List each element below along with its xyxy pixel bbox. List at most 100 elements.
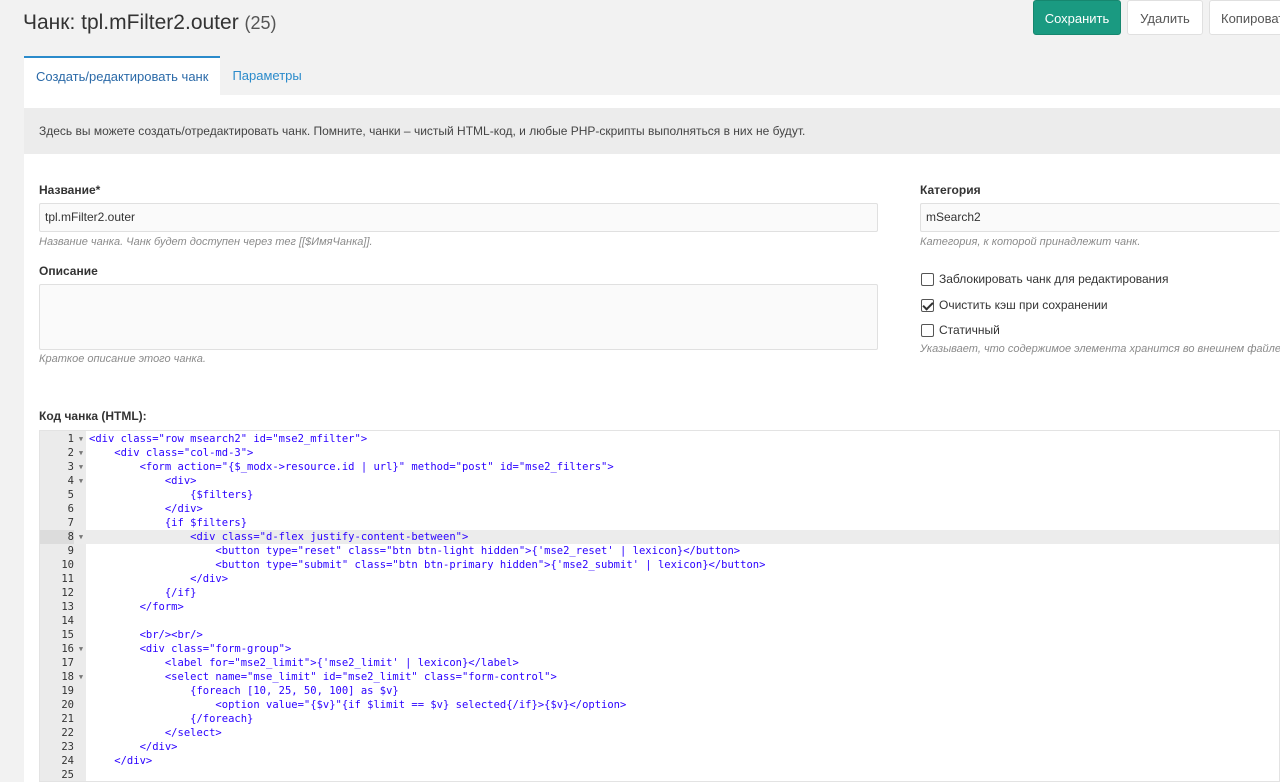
code-text: </select> xyxy=(89,727,222,739)
code-line[interactable]: 25 xyxy=(40,768,1279,781)
code-text: <option value="{$v}"{if $limit == $v} se… xyxy=(89,699,627,711)
line-number: 25 xyxy=(61,769,74,781)
code-line[interactable]: 3 ▼ <form action="{$_modx->resource.id | … xyxy=(40,460,1279,474)
code-line[interactable]: 10 <button type="submit" class="btn btn-… xyxy=(40,558,1279,572)
page-title-count: (25) xyxy=(244,13,277,33)
page-title: Чанк: tpl.mFilter2.outer (25) xyxy=(23,11,277,35)
code-line[interactable]: 2 ▼ <div class="col-md-3"> xyxy=(40,446,1279,460)
name-field[interactable]: tpl.mFilter2.outer xyxy=(39,203,878,232)
code-text: <div class="form-group"> xyxy=(89,643,292,655)
save-button[interactable]: Сохранить xyxy=(1033,0,1121,35)
line-number: 4 xyxy=(67,475,74,487)
fold-toggle-icon[interactable]: ▼ xyxy=(77,530,85,544)
code-text: </div> xyxy=(89,741,178,753)
category-select[interactable]: mSearch2 xyxy=(920,203,1280,232)
page-header: Чанк: tpl.mFilter2.outer (25) Сохранить … xyxy=(0,0,1280,50)
code-text: <button type="reset" class="btn btn-ligh… xyxy=(89,545,741,557)
code-line[interactable]: 8 ▼ <div class="d-flex justify-content-be… xyxy=(40,530,1279,544)
line-number: 14 xyxy=(61,615,74,627)
description-label: Описание xyxy=(39,264,98,278)
name-help: Название чанка. Чанк будет доступен чере… xyxy=(39,236,373,248)
fold-toggle-icon[interactable]: ▼ xyxy=(77,642,85,656)
code-line[interactable]: 13 </form> xyxy=(40,600,1279,614)
line-number: 5 xyxy=(67,489,74,501)
description-field[interactable] xyxy=(39,284,878,350)
line-number: 19 xyxy=(61,685,74,697)
code-text: <div class="d-flex justify-content-betwe… xyxy=(89,531,469,543)
fold-toggle-icon[interactable]: ▼ xyxy=(77,460,85,474)
clear-cache-checkbox-box[interactable] xyxy=(921,298,934,312)
category-help: Категория, к которой принадлежит чанк. xyxy=(920,236,1141,248)
line-number: 20 xyxy=(61,699,74,711)
line-number: 23 xyxy=(61,741,74,753)
delete-button[interactable]: Удалить xyxy=(1127,0,1203,35)
clear-cache-checkbox-label: Очистить кэш при сохранении xyxy=(939,298,1108,312)
code-text: <label for="mse2_limit">{'mse2_limit' | … xyxy=(89,657,519,669)
code-line[interactable]: 22 </select> xyxy=(40,726,1279,740)
line-number: 17 xyxy=(61,657,74,669)
code-line[interactable]: 6 </div> xyxy=(40,502,1279,516)
static-checkbox-box[interactable] xyxy=(921,323,934,337)
code-text: <br/><br/> xyxy=(89,629,203,641)
code-text: <form action="{$_modx->resource.id | url… xyxy=(89,461,614,473)
code-line[interactable]: 18 ▼ <select name="mse_limit" id="mse2_li… xyxy=(40,670,1279,684)
line-number: 7 xyxy=(67,517,74,529)
line-number: 24 xyxy=(61,755,74,767)
code-line[interactable]: 1 ▼ <div class="row msearch2" id="mse2_mfi… xyxy=(40,432,1279,446)
line-number: 13 xyxy=(61,601,74,613)
code-line[interactable]: 5 {$filters} xyxy=(40,488,1279,502)
line-number: 2 xyxy=(67,447,74,459)
line-number: 15 xyxy=(61,629,74,641)
action-buttons: Сохранить Удалить Копировать xyxy=(1033,0,1280,36)
code-line[interactable]: 9 <button type="reset" class="btn btn-li… xyxy=(40,544,1279,558)
code-line[interactable]: 24 </div> xyxy=(40,754,1279,768)
fold-toggle-icon[interactable]: ▼ xyxy=(77,670,85,684)
tab-edit-chunk[interactable]: Создать/редактировать чанк xyxy=(24,56,221,95)
lock-checkbox[interactable]: Заблокировать чанк для редактирования xyxy=(921,272,1169,286)
code-text: </div> xyxy=(89,573,229,585)
page-title-text: Чанк: tpl.mFilter2.outer xyxy=(23,11,239,34)
code-text: </div> xyxy=(89,503,203,515)
line-number: 1 xyxy=(67,433,74,445)
copy-button[interactable]: Копировать xyxy=(1209,0,1280,35)
line-number: 3 xyxy=(67,461,74,473)
static-checkbox[interactable]: Статичный xyxy=(921,323,1000,337)
fold-toggle-icon[interactable]: ▼ xyxy=(77,446,85,460)
code-line[interactable]: 7 {if $filters} xyxy=(40,516,1279,530)
static-help: Указывает, что содержимое элемента храни… xyxy=(920,343,1280,355)
code-line[interactable]: 14 xyxy=(40,614,1279,628)
line-number: 8 xyxy=(40,530,74,544)
lock-checkbox-box[interactable] xyxy=(921,272,934,286)
line-number: 22 xyxy=(61,727,74,739)
line-number: 16 xyxy=(61,643,74,655)
line-number: 6 xyxy=(67,503,74,515)
code-line[interactable]: 23 </div> xyxy=(40,740,1279,754)
code-text: {if $filters} xyxy=(89,517,248,529)
code-line[interactable]: 19 {foreach [10, 25, 50, 100] as $v} xyxy=(40,684,1279,698)
description-help: Краткое описание этого чанка. xyxy=(39,353,206,365)
code-line[interactable]: 16 ▼ <div class="form-group"> xyxy=(40,642,1279,656)
line-number: 21 xyxy=(61,713,74,725)
code-text: {$filters} xyxy=(89,489,254,501)
code-text: <div class="col-md-3"> xyxy=(89,447,254,459)
code-line[interactable]: 12 {/if} xyxy=(40,586,1279,600)
code-text: {/foreach} xyxy=(89,713,254,725)
clear-cache-checkbox[interactable]: Очистить кэш при сохранении xyxy=(921,298,1108,312)
line-number: 10 xyxy=(61,559,74,571)
info-message: Здесь вы можете создать/отредактировать … xyxy=(24,108,1280,154)
code-line[interactable]: 17 <label for="mse2_limit">{'mse2_limit'… xyxy=(40,656,1279,670)
code-text: {/if} xyxy=(89,587,197,599)
fold-toggle-icon[interactable]: ▼ xyxy=(77,474,85,488)
fold-toggle-icon[interactable]: ▼ xyxy=(77,432,85,446)
code-line[interactable]: 20 <option value="{$v}"{if $limit == $v}… xyxy=(40,698,1279,712)
code-editor[interactable]: 1 ▼ <div class="row msearch2" id="mse2_mfi… xyxy=(39,430,1280,782)
code-line[interactable]: 21 {/foreach} xyxy=(40,712,1279,726)
code-line[interactable]: 15 <br/><br/> xyxy=(40,628,1279,642)
code-line[interactable]: 11 </div> xyxy=(40,572,1279,586)
lock-checkbox-label: Заблокировать чанк для редактирования xyxy=(939,272,1169,286)
code-text: {foreach [10, 25, 50, 100] as $v} xyxy=(89,685,399,697)
static-checkbox-label: Статичный xyxy=(939,323,1000,337)
code-text: <select name="mse_limit" id="mse2_limit"… xyxy=(89,671,557,683)
code-line[interactable]: 4 ▼ <div> xyxy=(40,474,1279,488)
tab-parameters[interactable]: Параметры xyxy=(220,56,313,95)
